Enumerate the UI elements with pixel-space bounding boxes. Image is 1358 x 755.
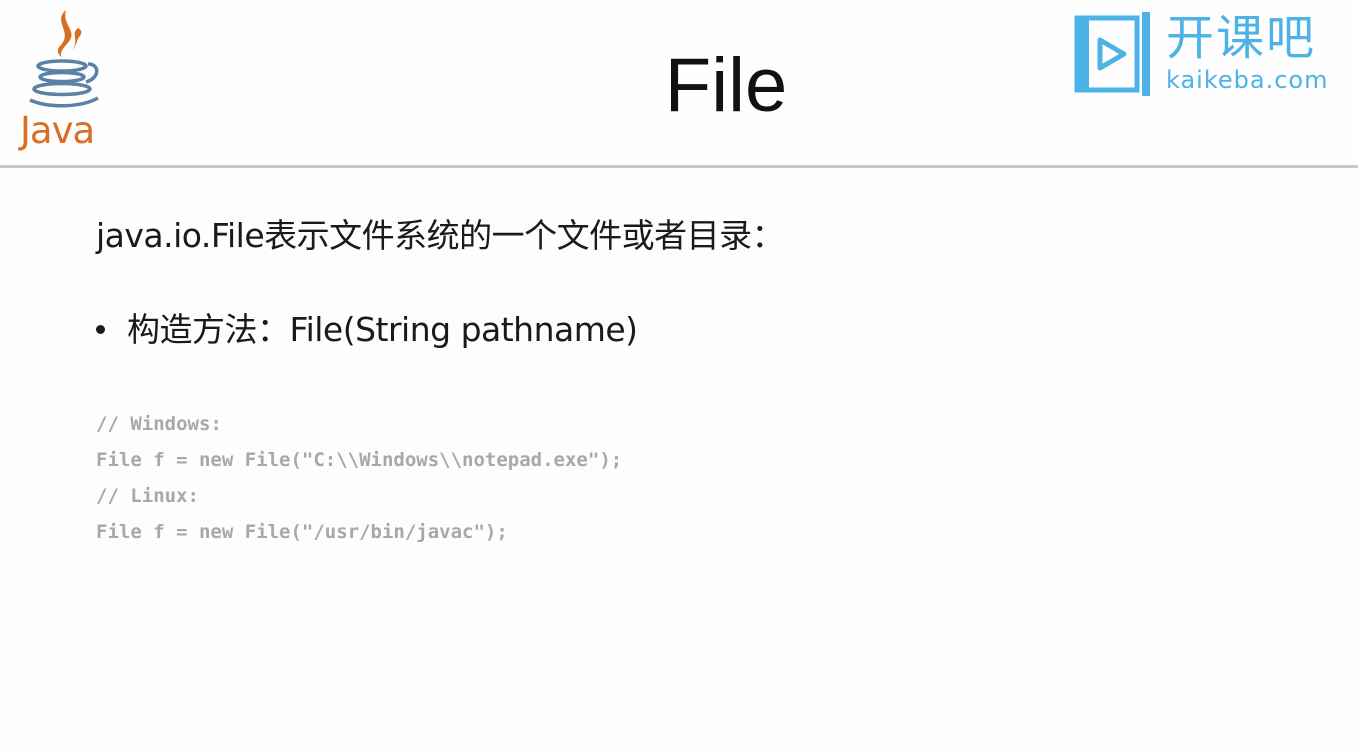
brand-name-chinese: 开课吧 — [1166, 10, 1317, 66]
slide-header: Java File 开课吧 kaikeba.com — [0, 0, 1358, 166]
brand-domain: kaikeba.com — [1166, 66, 1329, 94]
code-line: // Linux: — [96, 485, 199, 507]
brand-logo: 开课吧 kaikeba.com — [1074, 12, 1349, 96]
code-line: File f = new File("C:\\Windows\\notepad.… — [96, 449, 623, 471]
code-block: // Windows: File f = new File("C:\\Windo… — [96, 410, 622, 554]
code-line: // Windows: — [96, 413, 222, 435]
header-divider — [0, 165, 1358, 168]
code-line: File f = new File("/usr/bin/javac"); — [96, 521, 508, 543]
bullet-item: 构造方法：File(String pathname) — [96, 308, 638, 352]
play-button-icon — [1074, 12, 1150, 96]
bullet-text: 构造方法：File(String pathname) — [127, 310, 638, 349]
bullet-dot-icon — [96, 325, 105, 334]
intro-text: java.io.File表示文件系统的一个文件或者目录： — [96, 216, 785, 255]
slide: Java File 开课吧 kaikeba.com java.io.File表示… — [0, 0, 1358, 755]
